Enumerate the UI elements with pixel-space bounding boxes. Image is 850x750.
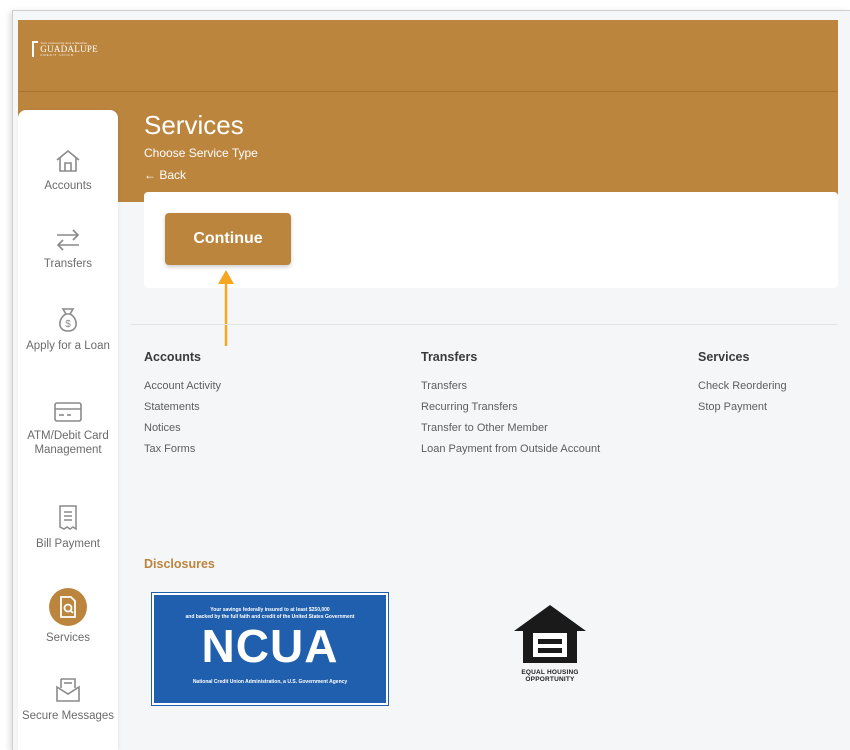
footer-link-check-reordering[interactable]: Check Reordering [698,380,787,392]
page-subtitle: Choose Service Type [144,146,258,160]
equal-housing-badge[interactable]: EQUAL HOUSING OPPORTUNITY [510,603,590,683]
transfer-arrows-icon [56,229,80,251]
top-bar: Your community and a Member GUADALUPE CR… [18,20,838,92]
sidebar-item-services[interactable]: Services [18,588,118,646]
sidebar-item-label: Transfers [43,258,93,270]
sidebar-item-label: Secure Messages [21,710,115,722]
sidebar-item-card-management[interactable]: ATM/Debit Card Management [18,400,118,457]
guadalupe-logo[interactable]: Your community and a Member GUADALUPE CR… [32,40,98,58]
logo-mark-icon [32,41,39,57]
footer-heading: Services [698,350,750,364]
bill-icon [59,505,77,531]
footer-link-stop-payment[interactable]: Stop Payment [698,401,787,413]
sidebar-item-transfers[interactable]: Transfers [18,228,118,272]
continue-button[interactable]: Continue [165,213,291,265]
logo-sub: CREDIT UNION [40,52,74,57]
sidebar-item-apply-loan[interactable]: $ Apply for a Loan [18,306,118,354]
page-header: Services Choose Service Type ← Back [18,92,838,202]
sidebar-item-label: Bill Payment [36,538,100,550]
footer-link-statements[interactable]: Statements [144,401,221,413]
message-icon [56,678,80,702]
ncua-title: NCUA [201,620,339,672]
sidebar: Accounts Transfers $ Apply for a Loan AT… [18,110,118,750]
sidebar-item-label: Apply for a Loan [26,340,110,352]
sidebar-item-label: ATM/Debit Card Management [27,430,109,456]
annotation-arrow-icon [218,270,234,346]
footer-link-tax-forms[interactable]: Tax Forms [144,443,221,455]
home-icon [56,149,80,172]
eho-line-2: OPPORTUNITY [525,675,575,683]
footer-link-account-activity[interactable]: Account Activity [144,380,221,392]
back-link[interactable]: ← Back [144,168,186,182]
sidebar-item-accounts[interactable]: Accounts [18,148,118,194]
ncua-line-3: National Credit Union Administration, a … [192,679,348,685]
disclosures-heading: Disclosures [144,557,215,571]
divider [130,324,838,325]
footer-link-notices[interactable]: Notices [144,422,221,434]
money-bag-icon: $ [59,308,77,332]
footer-link-transfer-other-member[interactable]: Transfer to Other Member [421,422,600,434]
ncua-badge[interactable]: Your savings federally insured to at lea… [151,592,389,706]
footer-link-recurring-transfers[interactable]: Recurring Transfers [421,401,600,413]
footer-column-accounts: Accounts Account Activity Statements Not… [144,350,221,464]
sidebar-item-secure-messages[interactable]: Secure Messages [18,676,118,724]
services-icon [49,588,87,626]
footer-column-services: Services Check Reordering Stop Payment [698,350,787,422]
footer-heading: Accounts [144,350,201,364]
card-icon [54,402,82,422]
footer-link-transfers[interactable]: Transfers [421,380,600,392]
sidebar-item-bill-payment[interactable]: Bill Payment [18,504,118,552]
sidebar-item-label: Accounts [44,180,92,192]
footer-link-loan-payment[interactable]: Loan Payment from Outside Account [421,443,600,455]
sidebar-item-label: Services [45,632,91,644]
footer-column-transfers: Transfers Transfers Recurring Transfers … [421,350,600,464]
equal-housing-icon [514,605,586,663]
footer-heading: Transfers [421,350,478,364]
service-card: Continue [144,192,838,288]
page-title: Services [144,110,244,140]
svg-text:$: $ [65,319,71,330]
